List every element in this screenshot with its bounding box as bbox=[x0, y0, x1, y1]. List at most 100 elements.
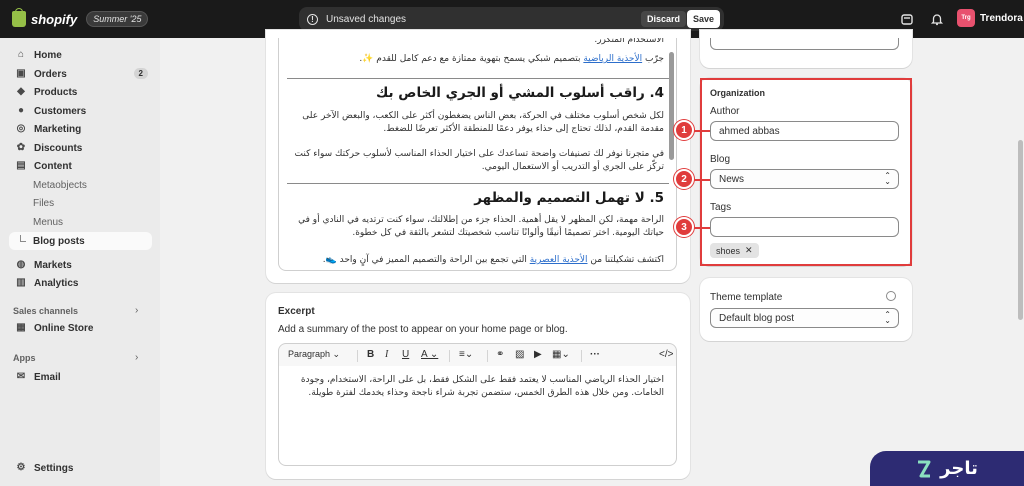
blog-select[interactable]: News ⌃ ⌄ bbox=[710, 169, 899, 189]
table-icon[interactable]: ▦⌄ bbox=[552, 349, 570, 360]
sidebar-item-home[interactable]: ⌂ Home bbox=[9, 46, 152, 64]
sidebar-item-marketing[interactable]: ◎ Marketing bbox=[9, 120, 152, 138]
store-app-icon[interactable] bbox=[900, 12, 914, 26]
tag-icon: ◆ bbox=[17, 86, 25, 97]
sidebar-item-customers[interactable]: ● Customers bbox=[9, 102, 152, 120]
watermark-icon bbox=[916, 460, 932, 478]
chevron-right-icon[interactable]: › bbox=[135, 352, 138, 363]
sidebar-item-discounts[interactable]: ✿ Discounts bbox=[9, 139, 152, 157]
excerpt-title: Excerpt bbox=[278, 306, 315, 317]
sidebar-item-analytics[interactable]: ▥ Analytics bbox=[9, 274, 152, 292]
page-scrollbar-thumb[interactable] bbox=[1018, 140, 1023, 320]
toolbar-separator bbox=[487, 350, 488, 362]
text-color-icon[interactable]: A ⌄ bbox=[421, 349, 438, 360]
editor-heading: 4. راقب أسلوب المشي أو الجري الخاص بك bbox=[375, 85, 664, 101]
chevron-right-icon[interactable]: › bbox=[135, 305, 138, 316]
toolbar-separator bbox=[581, 350, 582, 362]
italic-icon[interactable]: I bbox=[385, 349, 388, 360]
person-icon: ● bbox=[17, 105, 25, 116]
alert-icon: ! bbox=[307, 13, 318, 25]
select-chevron-icon: ⌃ ⌄ bbox=[884, 310, 891, 325]
sidebar-item-markets[interactable]: ◍ Markets bbox=[9, 256, 152, 274]
remove-tag-icon[interactable]: ✕ bbox=[745, 245, 753, 256]
mail-icon: ✉ bbox=[16, 371, 26, 382]
author-input[interactable] bbox=[710, 121, 899, 141]
code-view-icon[interactable]: </> bbox=[659, 349, 673, 360]
save-button[interactable]: Save bbox=[686, 10, 720, 28]
annotation-marker-1: 1 bbox=[674, 120, 694, 140]
store-icon: ▦ bbox=[16, 322, 26, 333]
eye-icon[interactable] bbox=[886, 291, 896, 301]
editor-scrollbar[interactable] bbox=[669, 52, 674, 160]
editor-paragraph: اكتشف تشكيلتنا من الأحذية العصرية التي ت… bbox=[322, 255, 664, 265]
tags-input[interactable] bbox=[710, 217, 899, 237]
editor-link[interactable]: الأحذية العصرية bbox=[530, 255, 588, 265]
sales-channels-label[interactable]: Sales channels bbox=[13, 306, 78, 316]
annotation-marker-2: 2 bbox=[674, 169, 694, 189]
unsaved-changes-bar: ! Unsaved changes Discard Save bbox=[299, 7, 724, 31]
toolbar-separator bbox=[449, 350, 450, 362]
store-avatar: Trg bbox=[957, 9, 975, 27]
gear-icon: ⚙ bbox=[16, 462, 26, 473]
sidebar-sub-blog-posts[interactable]: Blog posts bbox=[9, 232, 152, 250]
link-icon[interactable]: ⚭ bbox=[496, 349, 504, 360]
editor-paragraph: لكل شخص أسلوب مختلف في الحركة، بعض الناس… bbox=[302, 111, 664, 134]
truncated-field[interactable] bbox=[710, 38, 899, 50]
content-icon: ▤ bbox=[16, 160, 26, 171]
editor-link[interactable]: الأحذية الرياضية bbox=[583, 54, 642, 64]
sidebar-item-email[interactable]: ✉ Email bbox=[9, 368, 152, 386]
bell-icon[interactable] bbox=[930, 12, 944, 26]
globe-icon: ◍ bbox=[16, 259, 26, 270]
orders-count-badge: 2 bbox=[133, 68, 148, 79]
select-chevron-icon: ⌃ ⌄ bbox=[884, 171, 891, 186]
sidebar-item-orders[interactable]: ▣ Orders 2 bbox=[9, 65, 152, 83]
organization-title: Organization bbox=[710, 88, 766, 98]
video-icon[interactable]: ▶ bbox=[534, 349, 542, 360]
annotation-marker-3: 3 bbox=[674, 217, 694, 237]
excerpt-toolbar: Paragraph ⌄ B I U A ⌄ ≡⌄ ⚭ ▨ ▶ ▦⌄ ··· </… bbox=[278, 343, 677, 367]
store-menu[interactable]: Trg Trendora bbox=[957, 9, 1023, 27]
toolbar-separator bbox=[357, 350, 358, 362]
apps-label[interactable]: Apps bbox=[13, 353, 36, 363]
editor-text: الاستخدام المتكرر. bbox=[594, 38, 664, 45]
tag-chip-label: shoes bbox=[716, 245, 741, 256]
divider bbox=[287, 183, 669, 184]
store-name: Trendora bbox=[980, 12, 1023, 24]
edition-badge[interactable]: Summer '25 bbox=[86, 11, 149, 27]
image-icon[interactable]: ▨ bbox=[515, 349, 524, 360]
sidebar-sub-files[interactable]: Files bbox=[9, 194, 152, 212]
home-icon: ⌂ bbox=[17, 49, 25, 60]
logo-text: shopify bbox=[31, 11, 78, 27]
watermark-text: تاجر bbox=[940, 458, 978, 479]
sidebar-sub-menus[interactable]: Menus bbox=[9, 213, 152, 231]
content-editor[interactable]: الاستخدام المتكرر. جرّب الأحذية الرياضية… bbox=[278, 38, 677, 271]
excerpt-editor[interactable]: اختيار الحذاء الرياضي المناسب لا يعتمد ف… bbox=[278, 366, 677, 466]
sidebar-item-settings[interactable]: ⚙ Settings bbox=[9, 459, 152, 477]
unsaved-text: Unsaved changes bbox=[326, 13, 407, 25]
shopify-bag-icon bbox=[12, 8, 26, 27]
align-icon[interactable]: ≡⌄ bbox=[459, 349, 473, 360]
excerpt-description: Add a summary of the post to appear on y… bbox=[278, 324, 568, 335]
discard-button[interactable]: Discard bbox=[640, 11, 686, 27]
underline-icon[interactable]: U bbox=[402, 349, 409, 360]
sidebar-item-online-store[interactable]: ▦ Online Store bbox=[9, 319, 152, 337]
author-label: Author bbox=[710, 106, 740, 117]
more-icon[interactable]: ··· bbox=[590, 349, 600, 360]
tag-chip: shoes ✕ bbox=[710, 243, 759, 258]
bold-icon[interactable]: B bbox=[367, 349, 374, 360]
editor-paragraph: الراحة مهمة، لكن المظهر لا يقل أهمية. ال… bbox=[298, 215, 664, 238]
sidebar-sub-metaobjects[interactable]: Metaobjects bbox=[9, 176, 152, 194]
tags-label: Tags bbox=[710, 202, 732, 213]
shopify-logo[interactable]: shopify Summer '25 bbox=[12, 8, 149, 27]
excerpt-text: اختيار الحذاء الرياضي المناسب لا يعتمد ف… bbox=[300, 375, 664, 398]
divider bbox=[287, 78, 669, 79]
watermark-logo: تاجر bbox=[870, 451, 1024, 486]
editor-paragraph: في متجرنا نوفر لك تصنيفات واضحة تساعدك ع… bbox=[294, 149, 664, 172]
sidebar-item-content[interactable]: ▤ Content bbox=[9, 157, 152, 175]
editor-heading: 5. لا تهمل التصميم والمظهر bbox=[474, 190, 664, 206]
target-icon: ◎ bbox=[16, 123, 26, 134]
sidebar-item-products[interactable]: ◆ Products bbox=[9, 83, 152, 101]
blog-label: Blog bbox=[710, 154, 731, 165]
paragraph-format-select[interactable]: Paragraph ⌄ bbox=[288, 349, 340, 360]
theme-template-select[interactable]: Default blog post ⌃ ⌄ bbox=[710, 308, 899, 328]
